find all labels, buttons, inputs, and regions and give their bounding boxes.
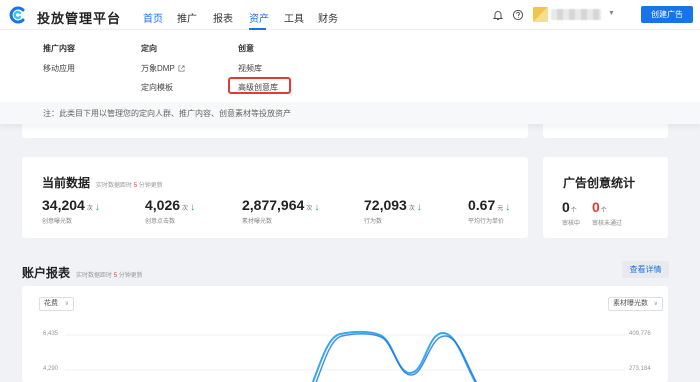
- stat-label: 审核中: [562, 221, 581, 227]
- menu-header-creative: 创意: [238, 44, 254, 53]
- stat-label: 审核未通过: [592, 221, 623, 227]
- create-ad-button[interactable]: 创建广告: [641, 6, 693, 23]
- metric-actions: 72,093 次 ↓ 行为数: [364, 197, 422, 225]
- stat-value: 0: [592, 199, 600, 215]
- menu-col-targeting: 定向 万象DMP 定向模板: [141, 43, 185, 101]
- hint-number: 5: [113, 273, 118, 279]
- stat-unit: 个: [600, 208, 607, 214]
- nav-tools[interactable]: 工具: [284, 10, 304, 25]
- stat-unit: 个: [570, 208, 577, 214]
- menu-item-dmp[interactable]: 万象DMP: [141, 63, 185, 73]
- assets-dropdown-menu: 推广内容 移动应用 定向 万象DMP 定向模板 创意 视频库 高级创意库 注：此…: [0, 30, 700, 124]
- metric-avg-action-price: 0.67 元 ↓ 平均行为单价: [468, 197, 510, 225]
- current-data-hint: 实时数据距时 5 分钟更新: [96, 183, 163, 189]
- report-line-chart: [65, 330, 625, 382]
- metric-value: 34,204: [42, 197, 85, 213]
- right-axis-tick: 273,184: [629, 366, 651, 372]
- menu-item-mobile-app[interactable]: 移动应用: [43, 63, 75, 73]
- hint-prefix: 实时数据距时: [76, 273, 113, 279]
- chart-series-line: [315, 333, 478, 382]
- metric-unit: 次: [86, 206, 93, 212]
- metric-value: 0.67: [468, 197, 496, 213]
- left-axis-tick: 6,435: [43, 331, 59, 337]
- menu-item-dmp-label: 万象DMP: [141, 64, 175, 73]
- arrow-down-icon: ↓: [190, 202, 196, 213]
- stat-under-review[interactable]: 0个 审核中: [562, 199, 580, 227]
- menu-header-promo-content: 推广内容: [43, 44, 75, 53]
- metric-label: 平均行为单价: [468, 219, 505, 225]
- metric-value: 2,877,964: [242, 197, 305, 213]
- hint-suffix: 分钟更新: [138, 183, 163, 189]
- menu-item-video-library[interactable]: 视频库: [238, 63, 278, 73]
- metric-label: 创意点击数: [145, 219, 176, 225]
- current-data-title: 当前数据 实时数据距时 5 分钟更新: [42, 174, 163, 191]
- arrow-down-icon: ↓: [314, 202, 320, 213]
- nav-home[interactable]: 首页: [143, 10, 163, 25]
- bell-icon[interactable]: [492, 9, 504, 21]
- metric-label: 行为数: [364, 219, 383, 225]
- view-details-button[interactable]: 查看详情: [622, 261, 669, 278]
- arrow-down-icon: ↓: [94, 202, 100, 213]
- metric-material-impressions: 2,877,964 次 ↓ 素材曝光数: [242, 197, 319, 225]
- creative-stats-title: 广告创意统计: [563, 176, 636, 190]
- metric-label: 创意曝光数: [42, 219, 73, 225]
- nav-report[interactable]: 报表: [213, 10, 233, 25]
- account-report-hint: 实时数据距时 5 分钟更新: [76, 273, 143, 279]
- metric-unit: 次: [182, 206, 189, 212]
- app-logo-icon: [9, 6, 25, 24]
- metric-unit: 次: [408, 206, 415, 212]
- account-name-redacted[interactable]: [551, 9, 601, 20]
- account-report-title: 账户报表 实时数据距时 5 分钟更新: [22, 264, 143, 281]
- highlight-box: [228, 77, 291, 94]
- metric-label: 素材曝光数: [242, 219, 273, 225]
- chevron-down-icon[interactable]: ▼: [608, 10, 615, 17]
- top-nav-bar: 投放管理平台 首页 推广 报表 资产 工具 财务 ▼ 创建广告: [0, 0, 700, 30]
- chevron-down-icon: ∨: [64, 301, 69, 307]
- metric-unit: 次: [306, 206, 313, 212]
- menu-col-promo-content: 推广内容 移动应用: [43, 43, 75, 82]
- menu-header-targeting: 定向: [141, 44, 157, 53]
- arrow-down-icon: ↓: [505, 202, 511, 213]
- nav-promotion[interactable]: 推广: [177, 10, 197, 25]
- metric-creative-clicks: 4,026 次 ↓ 创意点击数: [145, 197, 195, 225]
- left-metric-select[interactable]: 花费 ∨: [39, 297, 74, 311]
- left-select-value: 花费: [44, 300, 58, 307]
- right-select-value: 素材曝光数: [613, 300, 648, 307]
- left-axis-tick: 4,290: [43, 366, 59, 372]
- nav-assets[interactable]: 资产: [249, 10, 269, 25]
- metric-value: 72,093: [364, 197, 407, 213]
- stat-rejected[interactable]: 0个 审核未通过: [592, 199, 622, 227]
- account-report-title-text: 账户报表: [22, 266, 71, 280]
- right-axis-tick: 409,776: [629, 331, 651, 337]
- avatar[interactable]: [533, 7, 548, 22]
- metric-creative-impressions: 34,204 次 ↓ 创意曝光数: [42, 197, 100, 225]
- app-title: 投放管理平台: [37, 11, 122, 26]
- stat-value: 0: [562, 199, 570, 215]
- nav-finance[interactable]: 财务: [318, 10, 338, 25]
- right-metric-select[interactable]: 素材曝光数 ∨: [608, 297, 663, 311]
- chevron-down-icon: ∨: [653, 301, 658, 307]
- hint-prefix: 实时数据距时: [96, 183, 133, 189]
- help-icon[interactable]: [512, 9, 524, 21]
- external-link-icon: [178, 65, 185, 72]
- menu-item-targeting-template[interactable]: 定向模板: [141, 82, 185, 92]
- arrow-down-icon: ↓: [416, 202, 422, 213]
- current-data-title-text: 当前数据: [42, 176, 91, 190]
- menu-note: 注：此类目下用以管理您的定向人群、推广内容、创意素材等投放资产: [0, 102, 700, 124]
- hint-suffix: 分钟更新: [118, 273, 143, 279]
- metric-value: 4,026: [145, 197, 181, 213]
- hint-number: 5: [133, 183, 138, 189]
- metric-unit: 元: [497, 206, 504, 212]
